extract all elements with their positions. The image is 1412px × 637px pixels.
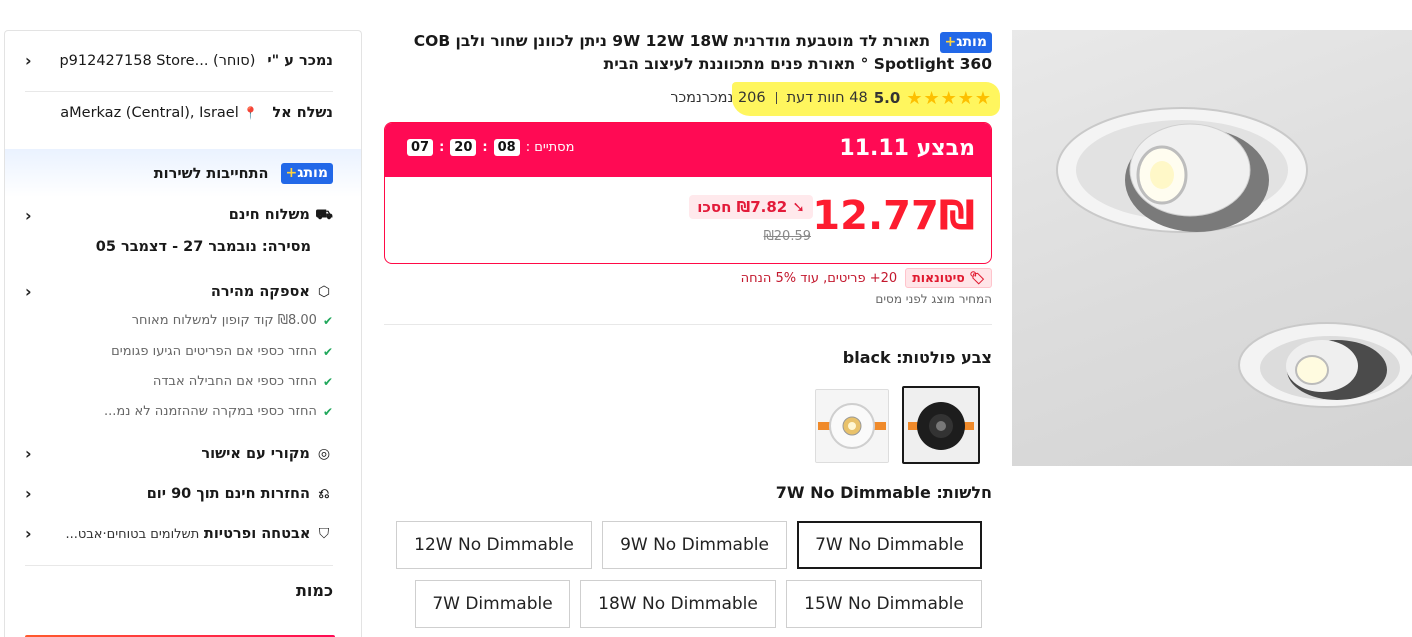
ship-to-value[interactable]: aMerkaz (Central), Israel 📍	[25, 105, 258, 121]
return-icon: ⎌	[318, 485, 330, 502]
power-option-15w-no-dimmable[interactable]: 15W No Dimmable	[786, 580, 982, 628]
star-rating-icon: ★★★★★	[906, 87, 992, 109]
original-price: ₪20.59	[763, 229, 811, 244]
wholesale-tag: 🏷 סיטונאות	[905, 268, 992, 288]
divider	[384, 324, 992, 325]
deal-header: מבצע 11.11 מסתיים : 08 : 20 : 07	[385, 123, 991, 177]
power-label: חלשות: 7W No Dimmable	[775, 483, 992, 502]
fast-delivery-row[interactable]: ⬡ אספקה מהירה ‹	[25, 282, 333, 301]
color-label: צבע פולטות: black	[842, 348, 992, 367]
rating-value: 5.0	[873, 89, 901, 107]
free-shipping-row[interactable]: ⛟ משלוח חינם ‹	[25, 206, 333, 225]
wholesale-row[interactable]: 🏷 סיטונאות 20+ פריטים, עוד 5% הנחה	[741, 268, 992, 288]
countdown-seconds: 07	[407, 139, 434, 156]
ship-to-label: נשלח אל	[272, 105, 333, 121]
deal-title: מבצע 11.11	[839, 136, 975, 161]
color-swatch-black[interactable]	[902, 386, 980, 464]
reviews-count[interactable]: 48 חוות דעת	[787, 90, 868, 106]
plus-service-row[interactable]: מותג+ התחייבות לשירות	[25, 163, 333, 184]
purchase-sidebar: נמכר ע "י p912427158 Store... (סוחר) ‹ נ…	[4, 30, 362, 637]
brand-plus-badge: מותג+	[280, 163, 333, 184]
box-icon: ⬡	[317, 283, 331, 300]
chevron-left-icon: ‹	[25, 484, 32, 503]
power-option-7w-no-dimmable[interactable]: 7W No Dimmable	[797, 521, 982, 569]
brand-plus-badge[interactable]: מותג+	[939, 32, 992, 53]
power-option-7w-dimmable[interactable]: 7W Dimmable	[415, 580, 570, 628]
divider	[775, 92, 777, 104]
white-fixture-thumb	[816, 390, 888, 462]
fast-item: ✔ החזר כספי אם הפריטים הגיעו פגומים	[111, 344, 333, 359]
deal-box: מבצע 11.11 מסתיים : 08 : 20 : 07 12.77₪ …	[384, 122, 992, 264]
quantity-row: כמות	[25, 581, 333, 600]
rating-row[interactable]: ★★★★★ 5.0 48 חוות דעת 206 נמכרנמכר	[670, 86, 992, 110]
color-swatch-white[interactable]	[815, 389, 889, 463]
chevron-left-icon: ‹	[25, 51, 32, 70]
shield-check-icon: ⛉	[318, 525, 330, 542]
fast-item: ✔ החזר כספי במקרה שההזמנה לא נמ...	[103, 404, 333, 419]
tag-icon: 🏷	[964, 270, 985, 285]
black-fixture-thumb	[904, 388, 978, 462]
returns-row[interactable]: ⎌ החזרות חינם תוך 90 יום ‹	[25, 484, 333, 503]
sold-count: 206 נמכרנמכר	[670, 90, 766, 106]
product-title: מותג+ תאורת לד מוטבעת מודרנית 9W 12W 18W…	[413, 32, 992, 73]
chevron-left-icon: ‹	[25, 206, 32, 225]
truck-icon: ⛟	[315, 206, 333, 223]
quantity-label: כמות	[295, 581, 333, 600]
divider	[25, 91, 333, 92]
product-image[interactable]	[1012, 30, 1412, 466]
original-row[interactable]: ◎ מקורי עם אישור ‹	[25, 444, 333, 463]
seller-label: נמכר ע "י	[267, 52, 333, 69]
delivery-row: מסירה: נובמבר 27 - דצמבר 05	[25, 239, 333, 255]
location-pin-icon: 📍	[243, 106, 259, 120]
check-icon: ✔	[322, 344, 333, 359]
power-option-9w-no-dimmable[interactable]: 9W No Dimmable	[602, 521, 787, 569]
tax-note: המחיר מוצג לפני מסים	[875, 292, 992, 306]
service-commitment: התחייבות לשירות	[153, 165, 269, 182]
fast-item: ✔ ₪8.00 קוד קופון למשלוח מאוחר	[131, 313, 333, 328]
chevron-left-icon: ‹	[25, 524, 32, 543]
wholesale-text: 20+ פריטים, עוד 5% הנחה	[740, 270, 898, 286]
countdown-label: מסתיים :	[525, 140, 575, 155]
check-icon: ✔	[322, 374, 333, 389]
check-icon: ✔	[322, 404, 333, 419]
savings-badge: ➘ ₪7.82 חסכו	[689, 195, 813, 219]
check-icon: ✔	[322, 313, 333, 328]
ship-to-row[interactable]: נשלח אל aMerkaz (Central), Israel 📍	[25, 105, 333, 121]
chevron-left-icon: ‹	[25, 444, 32, 463]
power-option-12w-no-dimmable[interactable]: 12W No Dimmable	[396, 521, 592, 569]
fast-item: ✔ החזר כספי אם החבילה אבדה	[152, 374, 333, 389]
verified-icon: ◎	[317, 445, 331, 462]
security-row[interactable]: ⛉ אבטחה ופרטיות תשלומים בטוחים·אבט... ‹	[25, 524, 333, 543]
power-option-18w-no-dimmable[interactable]: 18W No Dimmable	[580, 580, 776, 628]
delivery-dates: מסירה: נובמבר 27 - דצמבר 05	[95, 239, 311, 255]
spotlight-illustration	[1056, 107, 1412, 408]
countdown-hours: 08	[493, 139, 520, 156]
divider	[25, 565, 333, 566]
deal-countdown: מסתיים : 08 : 20 : 07	[407, 139, 574, 156]
seller-row[interactable]: נמכר ע "י p912427158 Store... (סוחר) ‹	[25, 51, 333, 70]
countdown-minutes: 20	[450, 139, 477, 156]
seller-name[interactable]: p912427158 Store... (סוחר)	[32, 53, 255, 69]
current-price: 12.77₪	[812, 193, 975, 239]
chevron-left-icon: ‹	[25, 282, 32, 301]
down-arrow-icon: ➘	[787, 198, 805, 216]
